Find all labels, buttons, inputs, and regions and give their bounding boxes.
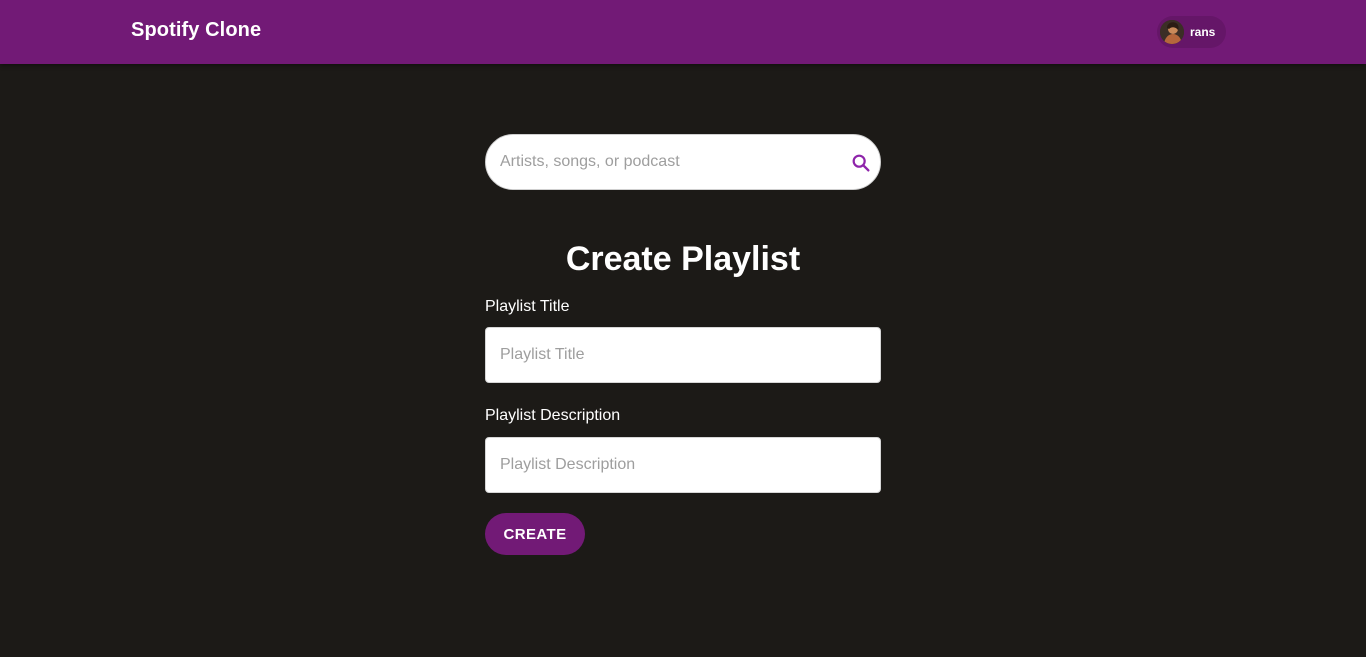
brand-logo-text[interactable]: Spotify Clone — [131, 19, 261, 42]
search-bar — [485, 134, 881, 190]
create-button[interactable]: CREATE — [485, 513, 585, 555]
user-menu-button[interactable]: rans — [1157, 16, 1226, 48]
user-avatar — [1160, 20, 1184, 44]
playlist-description-input[interactable] — [486, 438, 880, 492]
playlist-description-label: Playlist Description — [485, 407, 621, 424]
playlist-description-field — [485, 437, 881, 493]
search-icon[interactable] — [850, 152, 872, 174]
search-input[interactable] — [500, 135, 840, 189]
playlist-title-field — [485, 327, 881, 383]
playlist-title-input[interactable] — [486, 328, 880, 382]
playlist-title-label: Playlist Title — [485, 298, 570, 315]
username-label: rans — [1190, 25, 1216, 39]
page-title: Create Playlist — [565, 240, 801, 278]
top-navbar: Spotify Clone rans — [0, 0, 1366, 64]
